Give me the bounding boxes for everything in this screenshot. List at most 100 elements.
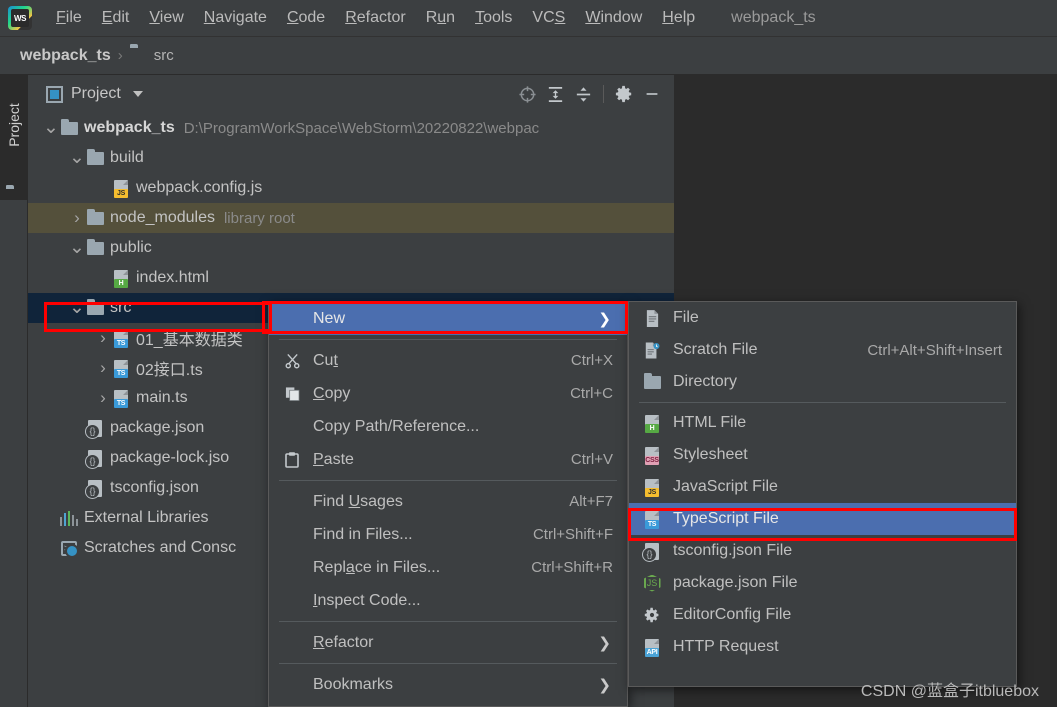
menu-item-tsconfig-json-file[interactable]: tsconfig.json File (629, 535, 1016, 567)
json-file-icon (642, 542, 661, 562)
paste-icon (283, 451, 301, 469)
tree-node-webpack-config-js[interactable]: JS webpack.config.js (28, 173, 674, 203)
chevron-right-icon[interactable]: › (68, 208, 86, 228)
menu-item-label: Find Usages (313, 492, 403, 510)
menu-item-find-usages[interactable]: Find Usages Alt+F7 (269, 485, 627, 518)
menu-run[interactable]: Run (416, 7, 465, 29)
file-icon (643, 309, 665, 327)
tool-window-tab-project[interactable]: Project (0, 75, 28, 200)
menu-window[interactable]: Window (575, 7, 652, 29)
menu-item-copy-path-reference[interactable]: Copy Path/Reference... (269, 410, 627, 443)
chevron-down-icon[interactable]: ⌄ (42, 118, 60, 137)
menu-help[interactable]: Help (652, 7, 705, 29)
new-submenu[interactable]: File Scratch File Ctrl+Alt+Shift+Insert Dir… (628, 301, 1017, 687)
tree-node-label: 01_基本数据类 (136, 332, 243, 349)
hide-icon[interactable] (638, 80, 666, 108)
tree-node-label: tsconfig.json (110, 479, 199, 496)
chevron-right-icon: ❯ (598, 310, 611, 328)
menu-item-package-json-file[interactable]: JS package.json File (629, 567, 1016, 599)
menu-item-scratch-file[interactable]: Scratch File Ctrl+Alt+Shift+Insert (629, 334, 1016, 366)
html-file-icon: H (112, 269, 130, 288)
tree-node-webpack-ts[interactable]: ⌄ webpack_ts D:\ProgramWorkSpace\WebStorm\… (28, 113, 674, 143)
menu-file[interactable]: File (46, 7, 92, 29)
breadcrumb-root[interactable]: webpack_ts (20, 47, 111, 65)
tool-window-tab-project-label: Project (6, 103, 23, 147)
navigation-bar: webpack_ts › src (0, 37, 1057, 75)
chevron-right-icon[interactable]: › (94, 388, 112, 408)
breadcrumb-current[interactable]: src (154, 47, 174, 64)
menu-item-label: EditorConfig File (673, 606, 792, 623)
project-header-actions (513, 75, 666, 113)
menu-icon-placeholder (283, 493, 305, 511)
expand-all-icon[interactable] (541, 80, 569, 108)
tree-node-index-html[interactable]: Hindex.html (28, 263, 674, 293)
settings-gear-icon[interactable] (610, 80, 638, 108)
menu-item-bookmarks[interactable]: Bookmarks ❯ (269, 668, 627, 701)
menu-view[interactable]: View (139, 7, 193, 29)
menu-item-find-in-files[interactable]: Find in Files... Ctrl+Shift+F (269, 518, 627, 551)
tree-node-label: package.json (110, 419, 205, 436)
menu-vcs[interactable]: VCS (522, 7, 575, 29)
menu-items-container: File Edit View Navigate Code Refactor Run Tools… (46, 7, 705, 29)
menu-item-shortcut: Ctrl+V (570, 451, 613, 468)
webstorm-window: WS File Edit View Navigate Code Refactor Run To… (0, 0, 1057, 707)
chevron-down-icon[interactable]: ⌄ (68, 148, 86, 167)
menu-edit[interactable]: Edit (92, 7, 140, 29)
menu-item-label: Copy (313, 384, 351, 402)
menu-item-cut[interactable]: Cut Ctrl+X (269, 344, 627, 377)
menu-item-label: Cut (313, 351, 338, 369)
context-menu[interactable]: New ❯ Cut Ctrl+X Copy Ctrl+C Copy Path/Refere… (268, 301, 628, 707)
locate-icon[interactable] (513, 80, 541, 108)
menu-item-shortcut: Ctrl+C (570, 385, 613, 402)
menu-item-http-request[interactable]: API HTTP Request (629, 631, 1016, 663)
scratches-icon: >_ (60, 539, 79, 558)
menu-icon-placeholder (283, 592, 305, 610)
menu-item-new[interactable]: New ❯ (269, 302, 627, 335)
chevron-right-icon[interactable]: › (94, 328, 112, 348)
menu-separator (279, 339, 617, 340)
tree-node-public[interactable]: ⌄ public (28, 233, 674, 263)
chevron-down-icon[interactable] (132, 91, 143, 97)
tree-node-build[interactable]: ⌄ build (28, 143, 674, 173)
api-file-icon: API (643, 638, 661, 657)
menu-item-copy[interactable]: Copy Ctrl+C (269, 377, 627, 410)
menu-code[interactable]: Code (277, 7, 335, 29)
chevron-right-icon[interactable]: › (94, 358, 112, 378)
js-file-icon: JS (643, 478, 665, 497)
menu-item-editorconfig-file[interactable]: EditorConfig File (629, 599, 1016, 631)
cut-icon (283, 352, 305, 370)
menu-icon-placeholder (283, 526, 305, 544)
chevron-down-icon[interactable]: ⌄ (68, 298, 86, 317)
menu-navigate[interactable]: Navigate (194, 7, 277, 29)
menu-item-inspect-code[interactable]: Inspect Code... (269, 584, 627, 617)
menu-item-typescript-file[interactable]: TS TypeScript File (629, 503, 1016, 535)
menu-item-file[interactable]: File (629, 302, 1016, 334)
gear-icon (643, 606, 661, 624)
menu-refactor[interactable]: Refactor (335, 7, 415, 29)
menu-item-label: tsconfig.json File (673, 542, 793, 559)
menu-item-refactor[interactable]: Refactor ❯ (269, 626, 627, 659)
folder-icon (86, 208, 104, 227)
menu-item-label: Paste (313, 450, 354, 468)
tree-node-label: package-lock.jso (110, 449, 230, 466)
webstorm-logo-icon: WS (8, 6, 32, 30)
menu-item-html-file[interactable]: H HTML File (629, 407, 1016, 439)
menu-item-replace-in-files[interactable]: Replace in Files... Ctrl+Shift+R (269, 551, 627, 584)
js-file-icon: JS (112, 179, 130, 198)
chevron-down-icon[interactable]: ⌄ (68, 238, 86, 257)
project-panel-title: Project (71, 85, 121, 102)
menu-item-stylesheet[interactable]: CSS Stylesheet (629, 439, 1016, 471)
tree-node-label: webpack.config.js (136, 179, 263, 196)
scratch-file-icon (643, 341, 661, 359)
tree-node-node-modules[interactable]: › node_modules library root (28, 203, 674, 233)
toolbar-divider (603, 85, 604, 103)
collapse-all-icon[interactable] (569, 80, 597, 108)
menu-item-label: package.json File (673, 574, 798, 591)
menu-item-paste[interactable]: Paste Ctrl+V (269, 443, 627, 476)
menu-tools[interactable]: Tools (465, 7, 522, 29)
menu-item-directory[interactable]: Directory (629, 366, 1016, 398)
folder-icon (130, 47, 148, 65)
menu-item-javascript-file[interactable]: JS JavaScript File (629, 471, 1016, 503)
